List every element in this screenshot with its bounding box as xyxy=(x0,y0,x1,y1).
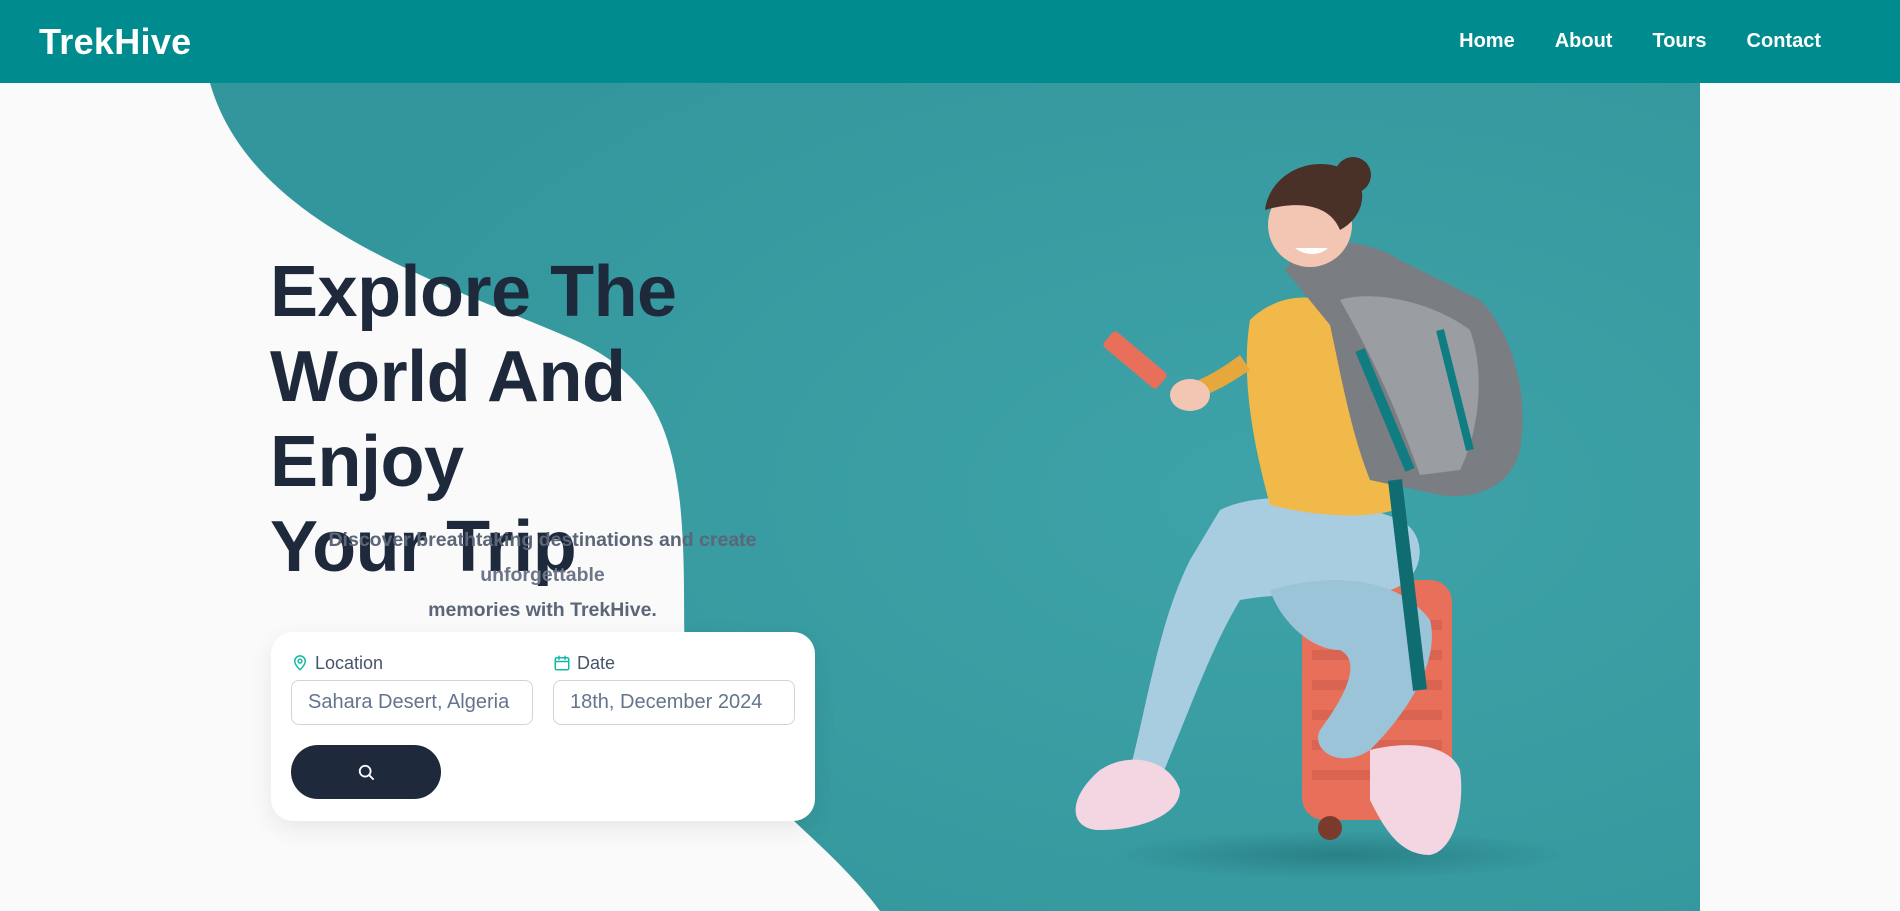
hero-subtitle-end: memories with TrekHive. xyxy=(428,599,657,621)
hero-subtitle: Discover breathtaking destinations and c… xyxy=(270,523,815,628)
location-field: Location xyxy=(291,652,533,725)
nav-contact[interactable]: Contact xyxy=(1747,30,1821,53)
search-button[interactable] xyxy=(291,745,441,799)
date-input[interactable] xyxy=(553,680,795,725)
nav-about[interactable]: About xyxy=(1555,30,1613,53)
search-fields: Location Date xyxy=(291,652,795,725)
location-label: Location xyxy=(315,652,384,673)
date-label: Date xyxy=(577,652,616,673)
map-pin-icon xyxy=(294,655,306,671)
hero-subtitle-fade: unforgettable xyxy=(480,564,605,586)
search-card: Location Date xyxy=(271,632,815,821)
nav-tours[interactable]: Tours xyxy=(1652,30,1706,53)
hero-title-line-1: Explore The xyxy=(270,252,677,332)
date-field: Date xyxy=(553,652,795,725)
brand-logo[interactable]: TrekHive xyxy=(39,21,192,63)
search-icon xyxy=(358,764,374,780)
location-input[interactable] xyxy=(291,680,533,725)
nav-links: Home About Tours Contact xyxy=(1459,30,1821,53)
hero-subtitle-main: Discover breathtaking destinations and c… xyxy=(328,529,757,551)
hero-title-line-2: World And Enjoy xyxy=(270,337,626,502)
traveler-illustration xyxy=(1075,157,1570,879)
navbar: TrekHive Home About Tours Contact xyxy=(0,0,1900,83)
calendar-icon xyxy=(554,655,570,671)
nav-home[interactable]: Home xyxy=(1459,30,1515,53)
